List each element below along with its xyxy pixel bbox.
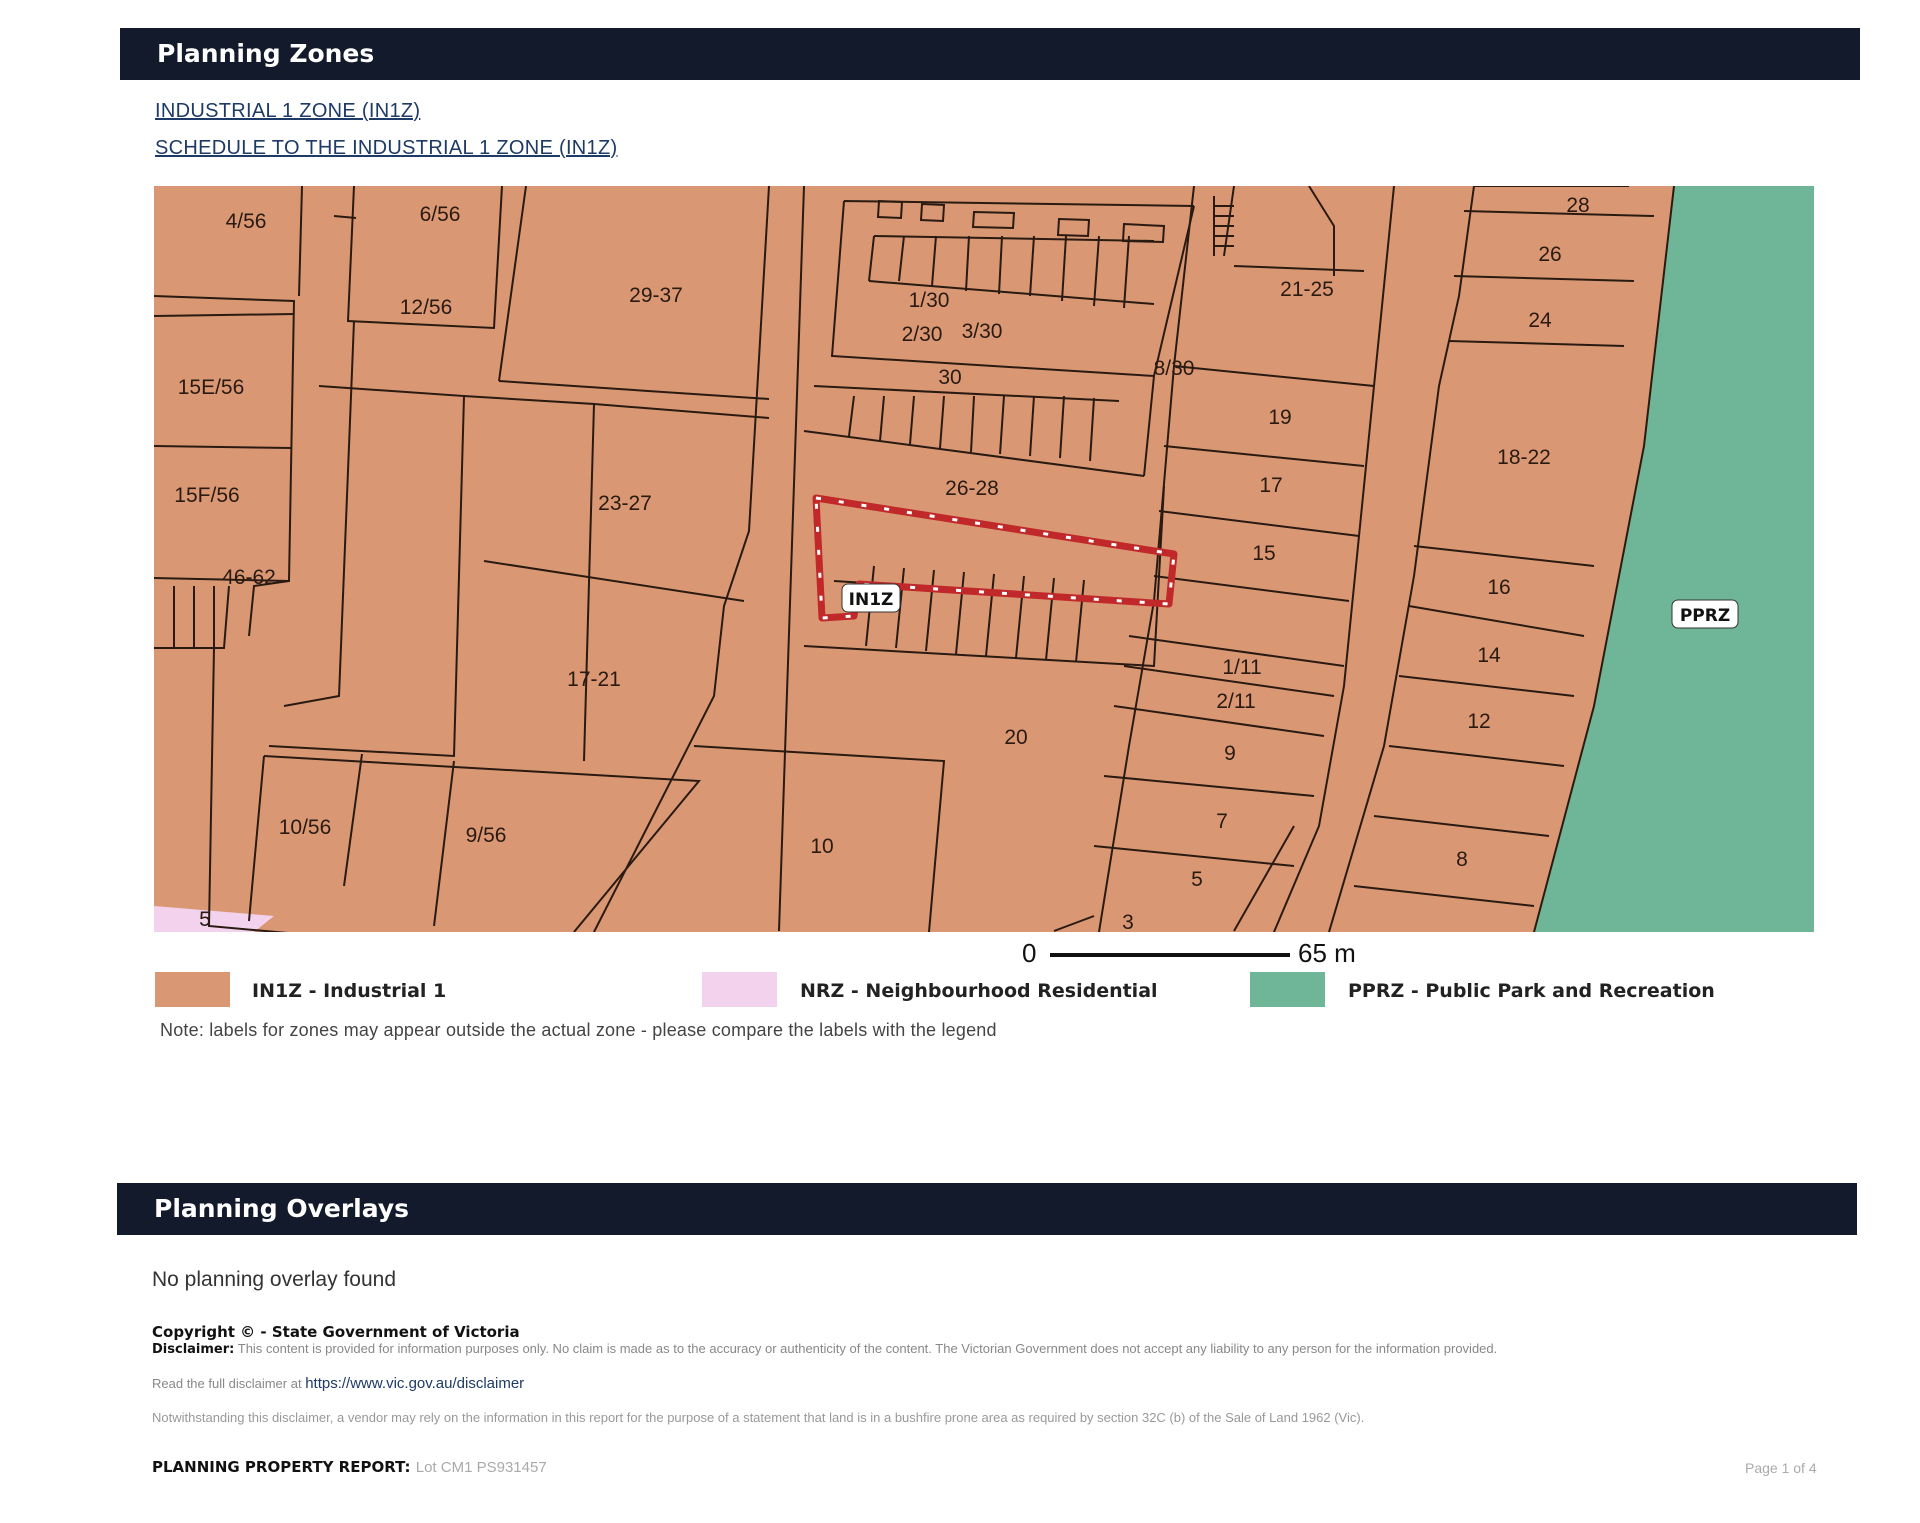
zoning-map[interactable]: 4/56 6/56 12/56 29-37 15E/56 15F/56 46-6… — [154, 186, 1814, 932]
parcel-label: 5 — [1191, 868, 1203, 891]
parcel-label: 1/11 — [1222, 656, 1261, 679]
parcel-label: 10/56 — [279, 816, 332, 839]
report-label: PLANNING PROPERTY REPORT: — [152, 1458, 411, 1476]
parcel-label: 8/30 — [1154, 357, 1195, 380]
parcel-label: 24 — [1528, 309, 1552, 332]
zone-label-in1z: IN1Z — [841, 583, 901, 613]
legend-label-residential: NRZ - Neighbourhood Residential — [800, 980, 1158, 1002]
parcel-label: 5 — [199, 908, 211, 931]
legend-label-park: PPRZ - Public Park and Recreation — [1348, 980, 1715, 1002]
disclaimer: Disclaimer: This content is provided for… — [152, 1341, 1812, 1358]
copyright: Copyright © - State Government of Victor… — [152, 1323, 520, 1341]
parcel-label: 21-25 — [1280, 278, 1334, 301]
parcel-label: 28 — [1566, 194, 1589, 217]
parcel-label: 9 — [1224, 742, 1236, 765]
read-full-disclaimer: Read the full disclaimer at https://www.… — [152, 1375, 524, 1392]
parcel-label: 3 — [1122, 911, 1134, 932]
zone-label-note: Note: labels for zones may appear outsid… — [160, 1020, 997, 1040]
parcel-label: 8 — [1456, 848, 1468, 871]
parcel-label: 1/30 — [909, 289, 950, 312]
legend-swatch-park — [1250, 972, 1325, 1007]
parcel-label: 3/30 — [962, 320, 1003, 343]
no-overlay-message: No planning overlay found — [152, 1268, 397, 1291]
disclaimer-label: Disclaimer: — [152, 1342, 235, 1357]
parcel-label: 2/30 — [902, 323, 943, 346]
parcel-label: 2/11 — [1216, 690, 1255, 713]
parcel-label: 12 — [1467, 710, 1490, 733]
parcel-label: 26 — [1538, 243, 1561, 266]
zone-label-in1z-text: IN1Z — [849, 590, 894, 610]
industrial-zone-link[interactable]: INDUSTRIAL 1 ZONE (IN1Z) — [155, 100, 420, 123]
parcel-label: 14 — [1477, 644, 1501, 667]
parcel-label: 6/56 — [420, 203, 461, 226]
parcel-label: 7 — [1216, 810, 1228, 833]
zoning-map-svg: 4/56 6/56 12/56 29-37 15E/56 15F/56 46-6… — [154, 186, 1814, 932]
parcel-label: 23-27 — [598, 492, 652, 515]
parcel-label: 20 — [1004, 726, 1027, 749]
parcel-label: 19 — [1268, 406, 1291, 429]
zone-label-pprz-text: PPRZ — [1680, 606, 1730, 626]
parcel-label: 17 — [1259, 474, 1282, 497]
parcel-label: 16 — [1487, 576, 1510, 599]
page-number: Page 1 of 4 — [1745, 1460, 1817, 1476]
disclaimer-link[interactable]: https://www.vic.gov.au/disclaimer — [305, 1375, 524, 1392]
parcel-label: 26-28 — [945, 477, 999, 500]
read-full-text: Read the full disclaimer at — [152, 1376, 302, 1391]
parcel-label: 4/56 — [226, 210, 267, 233]
scale-bar-end: 65 m — [1298, 938, 1356, 968]
schedule-industrial-zone-link[interactable]: SCHEDULE TO THE INDUSTRIAL 1 ZONE (IN1Z) — [155, 137, 617, 160]
parcel-label: 9/56 — [466, 824, 507, 847]
planning-overlays-header: Planning Overlays — [117, 1183, 1857, 1235]
disclaimer-text: This content is provided for information… — [237, 1341, 1498, 1356]
legend-swatch-industrial — [155, 972, 230, 1007]
parcel-label: 30 — [938, 366, 961, 389]
parcel-label: 15 — [1252, 542, 1275, 565]
parcel-label: 17-21 — [567, 668, 621, 691]
parcel-label: 12/56 — [400, 296, 453, 319]
planning-zones-title: Planning Zones — [157, 39, 375, 68]
parcel-label: 10 — [810, 835, 833, 858]
planning-zones-header: Planning Zones — [120, 28, 1860, 80]
report-footer: PLANNING PROPERTY REPORT: Lot CM1 PS9314… — [152, 1458, 547, 1476]
bushfire-notice: Notwithstanding this disclaimer, a vendo… — [152, 1410, 1365, 1425]
zone-label-pprz: PPRZ — [1671, 599, 1739, 629]
parcel-label: 15F/56 — [174, 484, 239, 507]
legend-label-industrial: IN1Z - Industrial 1 — [252, 980, 447, 1002]
parcel-label: 29-37 — [629, 284, 683, 307]
parcel-label: 18-22 — [1497, 446, 1551, 469]
scale-bar-start: 0 — [1022, 938, 1037, 968]
report-lot: Lot CM1 PS931457 — [415, 1459, 547, 1476]
scale-bar — [1050, 953, 1290, 957]
legend-swatch-residential — [702, 972, 777, 1007]
parcel-label: 15E/56 — [178, 376, 245, 399]
planning-overlays-title: Planning Overlays — [154, 1194, 410, 1223]
parcel-label: 46-62 — [222, 566, 276, 589]
